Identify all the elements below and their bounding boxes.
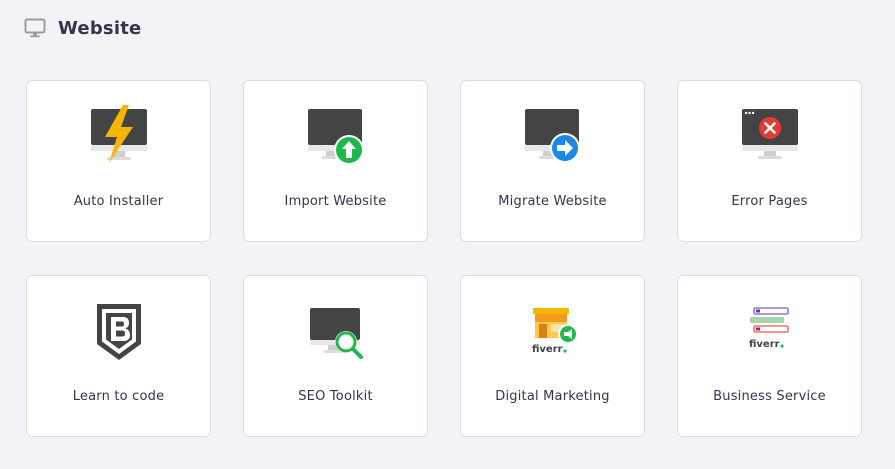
card-import-website[interactable]: Import Website: [243, 80, 428, 242]
card-label: Learn to code: [72, 389, 165, 404]
code-badge-icon: [87, 300, 151, 364]
section-header: Website: [24, 14, 141, 42]
card-label: SEO Toolkit: [298, 389, 373, 404]
fiverr-logo-text: fiverr: [532, 344, 563, 355]
card-error-pages[interactable]: Error Pages: [677, 80, 862, 242]
card-learn-to-code[interactable]: Learn to code: [26, 275, 211, 437]
migrate-monitor-icon: [521, 105, 585, 169]
card-label: Migrate Website: [498, 194, 607, 209]
lightning-monitor-icon: [87, 105, 151, 169]
monitor-icon: [24, 18, 46, 38]
website-page: Website Auto Installer Import Website Mi…: [0, 0, 895, 469]
card-business-service[interactable]: fiverr Business Service: [677, 275, 862, 437]
card-label: Digital Marketing: [495, 389, 610, 404]
card-label: Import Website: [284, 194, 387, 209]
card-label: Business Service: [713, 389, 826, 404]
card-label: Auto Installer: [73, 194, 164, 209]
card-label: Error Pages: [731, 194, 808, 209]
fiverr-marketing-icon: fiverr: [521, 300, 585, 364]
seo-monitor-icon: [304, 300, 368, 364]
page-title: Website: [58, 17, 142, 39]
card-migrate-website[interactable]: Migrate Website: [460, 80, 645, 242]
import-monitor-icon: [304, 105, 368, 169]
error-monitor-icon: [738, 105, 802, 169]
card-digital-marketing[interactable]: fiverr Digital Marketing: [460, 275, 645, 437]
fiverr-business-icon: fiverr: [738, 300, 802, 364]
fiverr-logo-text: fiverr: [749, 339, 780, 350]
tools-grid: Auto Installer Import Website Migrate We…: [26, 80, 862, 437]
card-auto-installer[interactable]: Auto Installer: [26, 80, 211, 242]
card-seo-toolkit[interactable]: SEO Toolkit: [243, 275, 428, 437]
